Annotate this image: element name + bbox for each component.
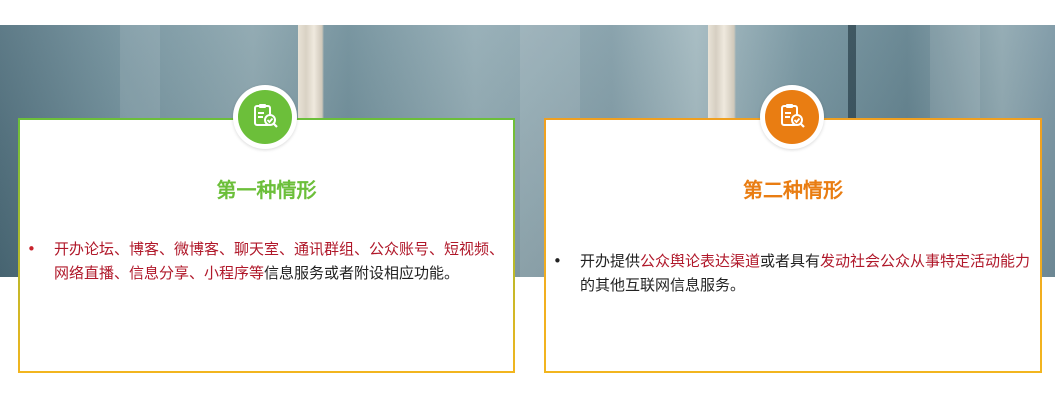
- plain-text: 开办提供: [580, 252, 641, 270]
- card-title: 第二种情形: [743, 178, 843, 202]
- card-second-case: 第二种情形 • 开办提供公众舆论表达渠道或者具有发动社会公众从事特定活动能力的其…: [544, 118, 1042, 373]
- plain-text: 的其他互联网信息服务。: [580, 276, 746, 294]
- plain-text: 或者具有: [760, 252, 821, 270]
- badge-circle: [765, 90, 819, 144]
- badge-circle: [238, 90, 292, 144]
- badge-first-case: [233, 85, 297, 149]
- list-item: 开办提供公众舆论表达渠道或者具有发动社会公众从事特定活动能力的其他互联网信息服务…: [580, 249, 1036, 297]
- highlighted-text: 公众舆论表达渠道: [640, 252, 761, 270]
- card-first-case: 第一种情形 • 开办论坛、博客、微博客、聊天室、通讯群组、公众账号、短视频、网络…: [18, 118, 515, 373]
- badge-second-case: [760, 85, 824, 149]
- list-bullet: •: [27, 240, 36, 258]
- document-check-icon: [254, 104, 278, 128]
- card-title: 第一种情形: [216, 178, 317, 202]
- list-bullet: •: [553, 252, 562, 270]
- document-check-icon: [781, 104, 805, 128]
- plain-text: 信息服务或者附设相应功能。: [264, 264, 460, 282]
- list-item: 开办论坛、博客、微博客、聊天室、通讯群组、公众账号、短视频、网络直播、信息分享、…: [54, 237, 510, 285]
- highlighted-text: 发动社会公众从事特定活动能力: [820, 252, 1031, 270]
